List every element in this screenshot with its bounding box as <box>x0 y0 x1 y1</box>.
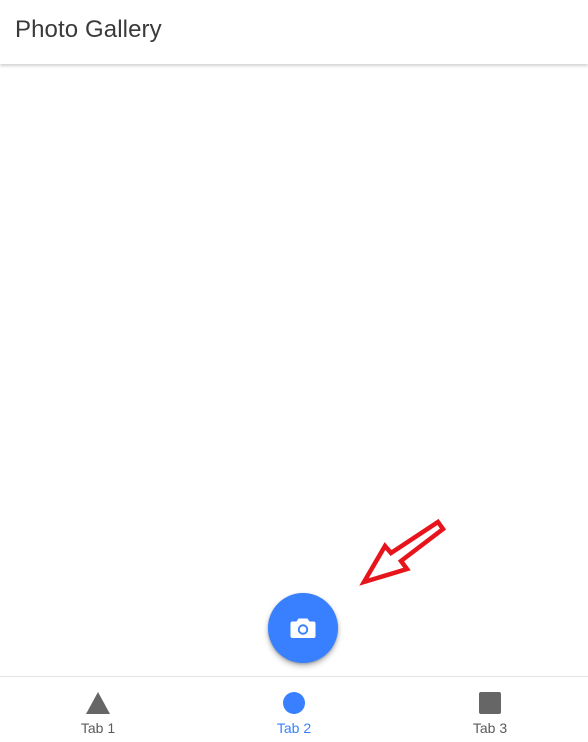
content-area <box>0 66 588 676</box>
tab-label: Tab 3 <box>472 720 508 736</box>
tab-label: Tab 1 <box>80 720 116 736</box>
triangle-icon <box>86 692 110 714</box>
take-photo-fab-button[interactable] <box>268 593 338 663</box>
tab-1[interactable]: Tab 1 <box>0 677 196 742</box>
square-icon <box>479 692 501 714</box>
ellipse-icon <box>283 692 305 714</box>
tab-3[interactable]: Tab 3 <box>392 677 588 742</box>
toolbar-header: Photo Gallery <box>0 0 588 64</box>
camera-icon <box>290 618 316 638</box>
tab-bar: Tab 1 Tab 2 Tab 3 <box>0 676 588 742</box>
page-title: Photo Gallery <box>15 16 162 43</box>
tab-label: Tab 2 <box>276 720 312 736</box>
arrow-icon <box>359 518 447 586</box>
tab-2[interactable]: Tab 2 <box>196 677 392 742</box>
app-screen: Photo Gallery Tab 1 Tab 2 Tab 3 <box>0 0 588 742</box>
